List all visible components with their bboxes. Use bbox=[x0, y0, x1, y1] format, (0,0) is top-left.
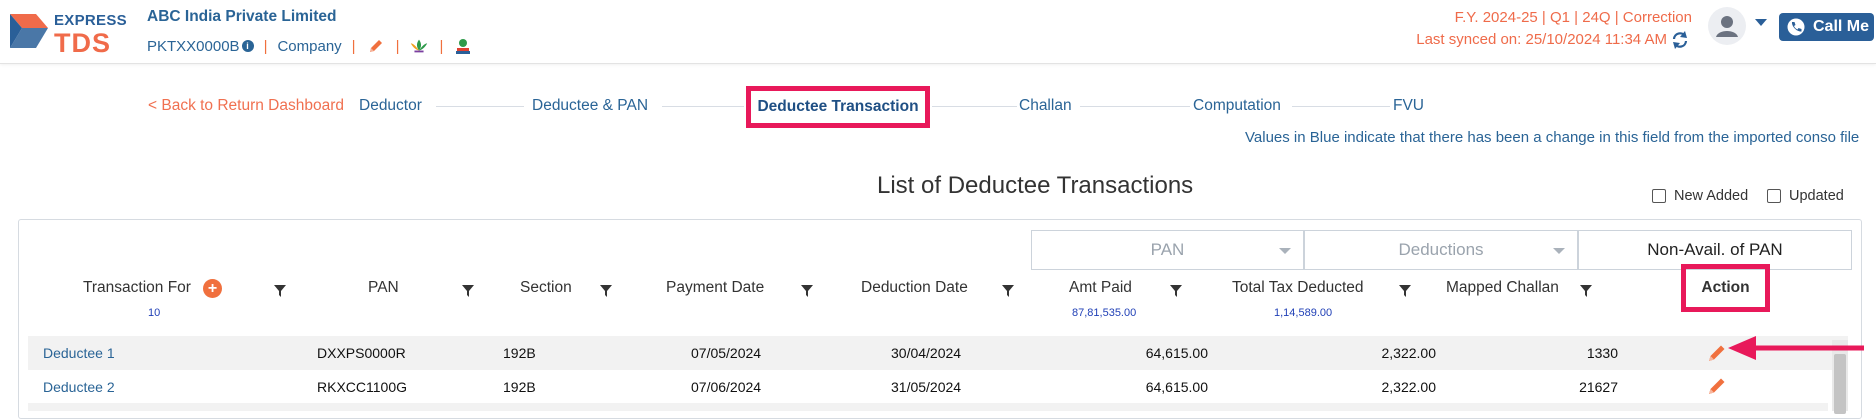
non-avail-pan-label: Non-Avail. of PAN bbox=[1647, 240, 1783, 259]
new-added-checkbox[interactable]: New Added bbox=[1652, 188, 1748, 204]
header-deduction-date: Deduction Date bbox=[861, 279, 968, 296]
header-mapped-challan: Mapped Challan bbox=[1446, 279, 1559, 296]
table-row: Deductee 2 RKXCC1100G 192B 07/06/2024 31… bbox=[28, 370, 1848, 404]
arrow-icon bbox=[1728, 336, 1864, 360]
step-connector bbox=[932, 106, 1017, 107]
user-avatar[interactable] bbox=[1708, 7, 1746, 45]
call-me-label: Call Me bbox=[1813, 18, 1870, 35]
section-cell: 192B bbox=[503, 379, 536, 395]
company-name: ABC India Private Limited bbox=[147, 8, 337, 25]
table-row: Deductee 1 DXXPS0000R 192B 07/05/2024 30… bbox=[28, 336, 1848, 370]
step-connector bbox=[436, 106, 524, 107]
filter-icon[interactable] bbox=[1002, 285, 1014, 297]
checkbox-box[interactable] bbox=[1652, 189, 1666, 203]
filter-icon[interactable] bbox=[1399, 285, 1411, 297]
filter-icon[interactable] bbox=[462, 285, 474, 297]
header-amt-paid: Amt Paid bbox=[1069, 279, 1132, 296]
filter-icon[interactable] bbox=[274, 285, 286, 297]
amt-paid-cell: 64,615.00 bbox=[1145, 345, 1208, 361]
payment-date-cell: 07/06/2024 bbox=[691, 379, 762, 395]
amt-paid-total: 87,81,535.00 bbox=[1072, 307, 1137, 319]
user-icon bbox=[1716, 16, 1738, 37]
filter-icon[interactable] bbox=[801, 285, 813, 297]
deductions-filter-select[interactable]: Deductions bbox=[1304, 230, 1578, 270]
back-to-dashboard-link[interactable]: < Back to Return Dashboard bbox=[148, 97, 344, 115]
header-payment-date: Payment Date bbox=[666, 279, 765, 296]
header-total-tax: Total Tax Deducted bbox=[1232, 279, 1364, 296]
pan-number: PKTXX0000B bbox=[147, 37, 240, 55]
pencil-icon[interactable] bbox=[366, 36, 386, 56]
separator: | bbox=[263, 37, 268, 55]
deductee-name-link[interactable]: Deductee 2 bbox=[43, 370, 115, 404]
transaction-count: 10 bbox=[148, 307, 161, 319]
top-bar: EXPRESS TDS ABC India Private Limited PK… bbox=[0, 0, 1876, 64]
challan-cell: 1330 bbox=[1586, 345, 1618, 361]
step-fvu[interactable]: FVU bbox=[1393, 97, 1424, 115]
step-connector bbox=[1080, 106, 1190, 107]
pan-filter-select[interactable]: PAN bbox=[1031, 230, 1304, 270]
filter-icon[interactable] bbox=[600, 285, 612, 297]
edit-icon[interactable] bbox=[1706, 342, 1728, 364]
filter-icon[interactable] bbox=[1580, 285, 1592, 297]
step-deductee-transaction[interactable]: Deductee Transaction bbox=[746, 86, 930, 128]
step-connector bbox=[662, 106, 744, 107]
section-cell: 192B bbox=[503, 345, 536, 361]
deduction-date-cell: 31/05/2024 bbox=[891, 379, 962, 395]
add-transaction-button[interactable]: + bbox=[203, 279, 222, 298]
logo-icon bbox=[10, 14, 48, 48]
separator: | bbox=[351, 37, 356, 55]
deductions-filter-value: Deductions bbox=[1398, 240, 1484, 259]
logo[interactable]: EXPRESS TDS bbox=[6, 8, 127, 58]
separator: | bbox=[395, 37, 400, 55]
filter-icon[interactable] bbox=[1170, 285, 1182, 297]
fiscal-year-info: F.Y. 2024-25 | Q1 | 24Q | Correction bbox=[1454, 9, 1692, 26]
tax-cell: 2,322.00 bbox=[1381, 345, 1437, 361]
page-title: List of Deductee Transactions bbox=[877, 172, 1194, 199]
logo-text-bottom: TDS bbox=[54, 28, 111, 58]
checkbox-box[interactable] bbox=[1767, 189, 1781, 203]
header-section: Section bbox=[520, 279, 572, 296]
header-transaction-for: Transaction For bbox=[83, 279, 191, 296]
total-tax-sum: 1,14,589.00 bbox=[1274, 307, 1333, 319]
scrollbar-thumb[interactable] bbox=[1834, 354, 1846, 414]
table-row bbox=[28, 403, 1828, 411]
separator: | bbox=[439, 37, 444, 55]
header-pan: PAN bbox=[368, 279, 399, 296]
refresh-icon[interactable] bbox=[1670, 30, 1690, 50]
tax-cell: 2,322.00 bbox=[1381, 379, 1437, 395]
deduction-date-cell: 30/04/2024 bbox=[891, 345, 962, 361]
company-subline: PKTXX0000B i | Company | | | bbox=[147, 35, 473, 57]
phone-icon bbox=[1787, 18, 1805, 36]
chevron-down-icon[interactable] bbox=[1755, 19, 1767, 26]
step-connector bbox=[1292, 106, 1390, 107]
chevron-down-icon bbox=[1553, 248, 1565, 254]
step-challan[interactable]: Challan bbox=[1019, 97, 1072, 115]
header-action: Action bbox=[1681, 264, 1770, 312]
updated-label: Updated bbox=[1789, 188, 1844, 204]
step-computation[interactable]: Computation bbox=[1193, 97, 1281, 115]
challan-cell: 21627 bbox=[1579, 379, 1618, 395]
call-me-button[interactable]: Call Me bbox=[1779, 13, 1874, 41]
step-deductor[interactable]: Deductor bbox=[359, 97, 422, 115]
pan-filter-value: PAN bbox=[1150, 240, 1185, 259]
amt-paid-cell: 64,615.00 bbox=[1145, 379, 1208, 395]
lotus-icon[interactable] bbox=[409, 36, 429, 56]
change-note: Values in Blue indicate that there has b… bbox=[1245, 129, 1860, 146]
pan-cell: DXXPS0000R bbox=[317, 345, 406, 361]
payment-date-cell: 07/05/2024 bbox=[691, 345, 762, 361]
entity-type: Company bbox=[277, 37, 342, 55]
edit-icon[interactable] bbox=[1706, 375, 1728, 397]
last-synced: Last synced on: 25/10/2024 11:34 AM bbox=[1416, 31, 1667, 48]
deductee-name-link[interactable]: Deductee 1 bbox=[43, 336, 115, 370]
pan-cell: RKXCC1100G bbox=[317, 379, 408, 395]
logo-text-top: EXPRESS bbox=[54, 12, 127, 29]
chevron-down-icon bbox=[1279, 248, 1291, 254]
updated-checkbox[interactable]: Updated bbox=[1767, 188, 1844, 204]
info-icon[interactable]: i bbox=[241, 40, 254, 52]
new-added-label: New Added bbox=[1674, 188, 1749, 204]
bank-icon[interactable] bbox=[453, 36, 473, 56]
step-deductee-pan[interactable]: Deductee & PAN bbox=[532, 97, 648, 115]
